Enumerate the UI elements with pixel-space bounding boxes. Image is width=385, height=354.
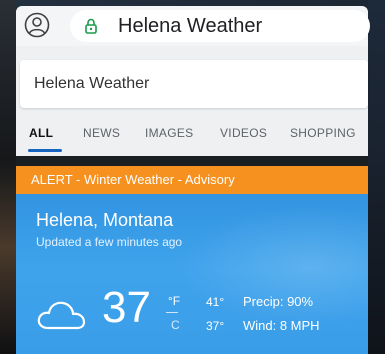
- location-name: Helena, Montana: [36, 210, 174, 230]
- unit-fahrenheit[interactable]: °F: [168, 294, 180, 308]
- active-tab-indicator: [28, 149, 62, 152]
- unit-divider: [166, 312, 178, 313]
- search-tabs: ALL NEWS IMAGES VIDEOS SHOPPING: [16, 124, 368, 154]
- search-panel: Helena Weather ALL NEWS IMAGES VIDEOS SH…: [16, 46, 368, 156]
- high-temperature: 41°: [206, 295, 225, 309]
- tab-all[interactable]: ALL: [29, 126, 53, 140]
- tab-images[interactable]: IMAGES: [145, 126, 193, 140]
- precipitation: Precip: 90%: [243, 294, 314, 309]
- device-frame-right: [368, 0, 385, 354]
- current-temperature: 37: [102, 283, 151, 332]
- lock-icon: [85, 18, 97, 34]
- search-query: Helena Weather: [34, 75, 150, 92]
- unit-celsius[interactable]: C: [171, 318, 180, 332]
- alert-text: ALERT - Winter Weather - Advisory: [31, 172, 235, 187]
- search-input[interactable]: Helena Weather: [20, 60, 368, 108]
- low-temperature: 37°: [206, 319, 225, 333]
- tab-videos[interactable]: VIDEOS: [220, 126, 267, 140]
- cloud-icon: [37, 301, 86, 330]
- tab-shopping[interactable]: SHOPPING: [290, 126, 356, 140]
- browser-top-bar: Helena Weather: [16, 6, 370, 46]
- profile-icon[interactable]: [24, 12, 50, 38]
- device-frame-left: [0, 0, 16, 354]
- wind-speed: Wind: 8 MPH: [243, 318, 320, 333]
- weather-card[interactable]: ALERT - Winter Weather - Advisory Helena…: [16, 166, 368, 354]
- updated-text: Updated a few minutes ago: [36, 235, 183, 249]
- address-bar[interactable]: Helena Weather: [70, 10, 370, 42]
- tab-news[interactable]: NEWS: [83, 126, 120, 140]
- address-text: Helena Weather: [118, 15, 263, 37]
- weather-alert-banner[interactable]: ALERT - Winter Weather - Advisory: [16, 166, 368, 194]
